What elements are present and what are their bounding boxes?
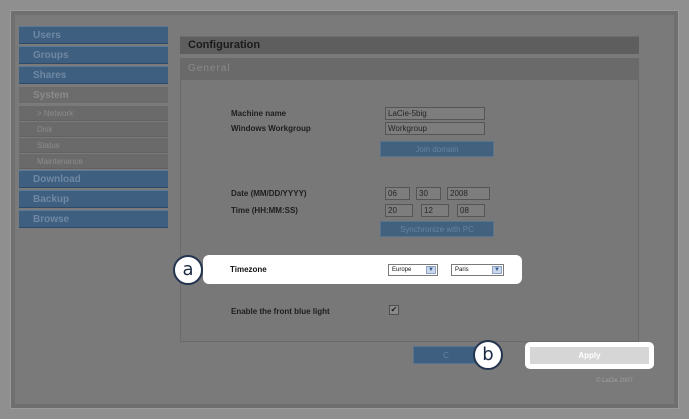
timezone-city-value: Paris <box>455 267 469 273</box>
page-title: Configuration <box>188 39 261 51</box>
apply-highlight: Apply <box>525 342 654 369</box>
time-hours-input[interactable]: 20 <box>385 204 413 217</box>
cancel-button[interactable]: C <box>413 346 479 364</box>
settings-panel: Machine name LaCie-5big Windows Workgrou… <box>180 80 639 342</box>
section-title: General <box>188 63 231 74</box>
chevron-down-icon: ▼ <box>492 266 502 274</box>
sidebar-subitem-maintenance[interactable]: Maintenance <box>19 154 168 169</box>
configuration-header: Configuration <box>180 36 639 54</box>
time-minutes-input[interactable]: 12 <box>421 204 449 217</box>
date-year-input[interactable]: 2008 <box>447 187 490 200</box>
sidebar-subitem-network[interactable]: > Network <box>19 106 168 121</box>
date-day-input[interactable]: 30 <box>416 187 441 200</box>
sidebar-subitem-status[interactable]: Status <box>19 138 168 153</box>
copyright-text: © LaCie 2007 <box>596 378 633 384</box>
machine-name-input[interactable]: LaCie-5big <box>385 107 485 120</box>
date-label: Date (MM/DD/YYYY) <box>231 189 307 198</box>
timezone-region-value: Europe <box>392 267 412 273</box>
chevron-down-icon: ▼ <box>426 266 436 274</box>
callout-b: b <box>473 340 503 370</box>
general-header: General <box>180 58 639 80</box>
sidebar-item-system[interactable]: System <box>19 86 168 104</box>
timezone-highlight: Timezone Europe ▼ Paris ▼ <box>203 255 522 284</box>
synchronize-button[interactable]: Synchronize with PC <box>380 221 494 237</box>
sidebar-item-shares[interactable]: Shares <box>19 66 168 84</box>
sidebar-item-download[interactable]: Download <box>19 170 168 188</box>
apply-button[interactable]: Apply <box>530 347 649 364</box>
timezone-label: Timezone <box>230 265 267 274</box>
time-label: Time (HH:MM:SS) <box>231 206 298 215</box>
date-month-input[interactable]: 06 <box>385 187 410 200</box>
workgroup-input[interactable]: Workgroup <box>385 122 485 135</box>
sidebar-item-browse[interactable]: Browse <box>19 210 168 228</box>
sidebar: Users Groups Shares System > Network Dis… <box>19 26 168 230</box>
callout-a: a <box>173 255 203 285</box>
sidebar-subitem-disk[interactable]: Disk <box>19 122 168 137</box>
workgroup-label: Windows Workgroup <box>231 124 311 133</box>
machine-name-label: Machine name <box>231 109 287 118</box>
front-light-checkbox[interactable]: ✔ <box>389 305 399 315</box>
timezone-region-select[interactable]: Europe ▼ <box>388 264 438 276</box>
time-seconds-input[interactable]: 08 <box>457 204 485 217</box>
front-light-label: Enable the front blue light <box>231 307 330 316</box>
timezone-city-select[interactable]: Paris ▼ <box>451 264 504 276</box>
sidebar-item-users[interactable]: Users <box>19 26 168 44</box>
sidebar-item-groups[interactable]: Groups <box>19 46 168 64</box>
sidebar-item-backup[interactable]: Backup <box>19 190 168 208</box>
join-domain-button[interactable]: Join domain <box>380 141 494 157</box>
